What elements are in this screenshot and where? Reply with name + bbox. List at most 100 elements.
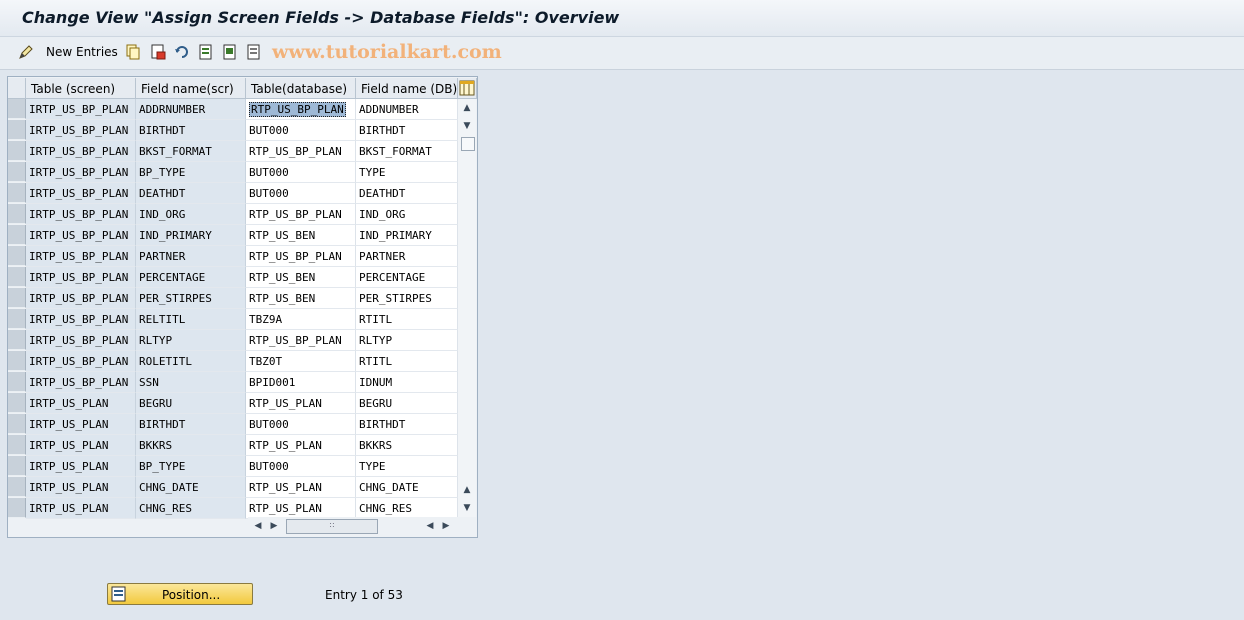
cell-table-database[interactable]: TBZ0T xyxy=(246,351,356,372)
row-selector[interactable] xyxy=(8,330,26,350)
scroll-left-end-arrow-icon[interactable]: ◀ xyxy=(422,519,438,533)
cell-field-name-scr-text: CHNG_DATE xyxy=(139,481,199,494)
row-selector[interactable] xyxy=(8,162,26,182)
cell-field-name-db[interactable]: CHNG_DATE xyxy=(356,477,458,498)
display-change-icon[interactable] xyxy=(18,44,34,60)
column-header-table-database[interactable]: Table(database) xyxy=(246,78,356,99)
cell-table-database[interactable]: BUT000 xyxy=(246,414,356,435)
row-selector[interactable] xyxy=(8,99,26,119)
column-header-field-name-db[interactable]: Field name (DB) xyxy=(356,78,458,99)
cell-table-database[interactable]: RTP_US_BP_PLAN xyxy=(246,204,356,225)
cell-field-name-db[interactable]: IND_PRIMARY xyxy=(356,225,458,246)
cell-table-database[interactable]: RTP_US_PLAN xyxy=(246,498,356,519)
cell-table-database[interactable]: BUT000 xyxy=(246,162,356,183)
row-selector[interactable] xyxy=(8,246,26,266)
delete-icon[interactable] xyxy=(150,44,166,60)
cell-field-name-db[interactable]: BEGRU xyxy=(356,393,458,414)
cell-table-database-text: RTP_US_BP_PLAN xyxy=(249,102,346,117)
cell-table-database[interactable]: RTP_US_BP_PLAN xyxy=(246,141,356,162)
cell-table-screen: IRTP_US_PLAN xyxy=(26,435,136,456)
column-header-table-screen[interactable]: Table (screen) xyxy=(26,78,136,99)
row-selector[interactable] xyxy=(8,267,26,287)
scroll-thumb[interactable] xyxy=(461,137,475,151)
cell-field-name-db[interactable]: RLTYP xyxy=(356,330,458,351)
title-bar: Change View "Assign Screen Fields -> Dat… xyxy=(0,0,1244,37)
cell-field-name-scr-text: PARTNER xyxy=(139,250,186,263)
cell-table-screen: IRTP_US_BP_PLAN xyxy=(26,309,136,330)
scroll-left-arrow-icon[interactable]: ◀ xyxy=(250,519,266,533)
cell-table-database[interactable]: BUT000 xyxy=(246,456,356,477)
row-selector[interactable] xyxy=(8,456,26,476)
select-block-icon[interactable] xyxy=(222,44,238,60)
row-selector[interactable] xyxy=(8,120,26,140)
hscroll-thumb[interactable]: :: xyxy=(286,519,378,534)
cell-table-screen-text: IRTP_US_BP_PLAN xyxy=(29,166,129,179)
cell-field-name-db[interactable]: DEATHDT xyxy=(356,183,458,204)
scroll-right-arrow-icon[interactable]: ▶ xyxy=(266,519,282,533)
column-header-field-name-scr[interactable]: Field name(scr) xyxy=(136,78,246,99)
scroll-down-arrow-icon[interactable]: ▼ xyxy=(459,501,475,515)
cell-field-name-db[interactable]: CHNG_RES xyxy=(356,498,458,519)
copy-icon[interactable] xyxy=(125,44,141,60)
position-button[interactable]: Position... xyxy=(107,583,253,605)
select-all-icon[interactable] xyxy=(198,44,214,60)
cell-table-screen: IRTP_US_BP_PLAN xyxy=(26,330,136,351)
cell-field-name-db[interactable]: IDNUM xyxy=(356,372,458,393)
cell-field-name-db[interactable]: ADDNUMBER xyxy=(356,99,458,120)
cell-field-name-scr-text: BKKRS xyxy=(139,439,173,452)
cell-table-database[interactable]: RTP_US_BP_PLAN xyxy=(246,246,356,267)
cell-field-name-scr-text: CHNG_RES xyxy=(139,502,192,515)
cell-table-database[interactable]: BUT000 xyxy=(246,120,356,141)
cell-table-database[interactable]: RTP_US_BP_PLAN xyxy=(246,99,356,120)
row-selector[interactable] xyxy=(8,141,26,161)
row-selector[interactable] xyxy=(8,435,26,455)
row-selector[interactable] xyxy=(8,498,26,518)
cell-table-database[interactable]: RTP_US_PLAN xyxy=(246,435,356,456)
cell-field-name-db[interactable]: RTITL xyxy=(356,351,458,372)
scroll-right-end-arrow-icon[interactable]: ▶ xyxy=(438,519,454,533)
vertical-scrollbar[interactable]: ▲ ▼ ▲ ▼ xyxy=(458,99,476,517)
row-selector[interactable] xyxy=(8,225,26,245)
cell-table-database[interactable]: BPID001 xyxy=(246,372,356,393)
select-all-rows-corner[interactable] xyxy=(8,78,26,99)
row-selector[interactable] xyxy=(8,309,26,329)
row-selector[interactable] xyxy=(8,393,26,413)
cell-table-database[interactable]: RTP_US_BEN xyxy=(246,267,356,288)
row-selector[interactable] xyxy=(8,414,26,434)
deselect-all-icon[interactable] xyxy=(246,44,262,60)
cell-table-database-text: TBZ0T xyxy=(249,355,283,368)
cell-field-name-db[interactable]: TYPE xyxy=(356,162,458,183)
row-selector[interactable] xyxy=(8,288,26,308)
cell-field-name-db[interactable]: TYPE xyxy=(356,456,458,477)
cell-field-name-db[interactable]: RTITL xyxy=(356,309,458,330)
scroll-down-page-arrow-icon[interactable]: ▼ xyxy=(459,119,475,133)
cell-table-database[interactable]: RTP_US_BEN xyxy=(246,225,356,246)
cell-field-name-db[interactable]: BKST_FORMAT xyxy=(356,141,458,162)
cell-field-name-db[interactable]: BKKRS xyxy=(356,435,458,456)
row-selector[interactable] xyxy=(8,372,26,392)
cell-table-database[interactable]: RTP_US_PLAN xyxy=(246,393,356,414)
row-selector[interactable] xyxy=(8,477,26,497)
cell-field-name-db[interactable]: BIRTHDT xyxy=(356,414,458,435)
cell-table-database[interactable]: RTP_US_BP_PLAN xyxy=(246,330,356,351)
cell-table-screen-text: IRTP_US_BP_PLAN xyxy=(29,313,129,326)
row-selector[interactable] xyxy=(8,183,26,203)
cell-field-name-db[interactable]: PARTNER xyxy=(356,246,458,267)
cell-field-name-scr-text: SSN xyxy=(139,376,159,389)
table-settings-button[interactable] xyxy=(458,78,477,99)
scroll-up-page-arrow-icon[interactable]: ▲ xyxy=(459,483,475,497)
cell-field-name-db[interactable]: IND_ORG xyxy=(356,204,458,225)
cell-field-name-db[interactable]: PER_STIRPES xyxy=(356,288,458,309)
cell-field-name-db[interactable]: BIRTHDT xyxy=(356,120,458,141)
new-entries-button[interactable]: New Entries xyxy=(46,45,118,59)
cell-table-database[interactable]: BUT000 xyxy=(246,183,356,204)
undo-icon[interactable] xyxy=(174,44,190,60)
cell-table-database[interactable]: RTP_US_PLAN xyxy=(246,477,356,498)
cell-field-name-db[interactable]: PERCENTAGE xyxy=(356,267,458,288)
horizontal-scrollbar[interactable]: ◀ ▶ :: ◀ ▶ xyxy=(248,517,458,535)
row-selector[interactable] xyxy=(8,204,26,224)
cell-table-database[interactable]: RTP_US_BEN xyxy=(246,288,356,309)
cell-table-database[interactable]: TBZ9A xyxy=(246,309,356,330)
row-selector[interactable] xyxy=(8,351,26,371)
scroll-up-arrow-icon[interactable]: ▲ xyxy=(459,101,475,115)
